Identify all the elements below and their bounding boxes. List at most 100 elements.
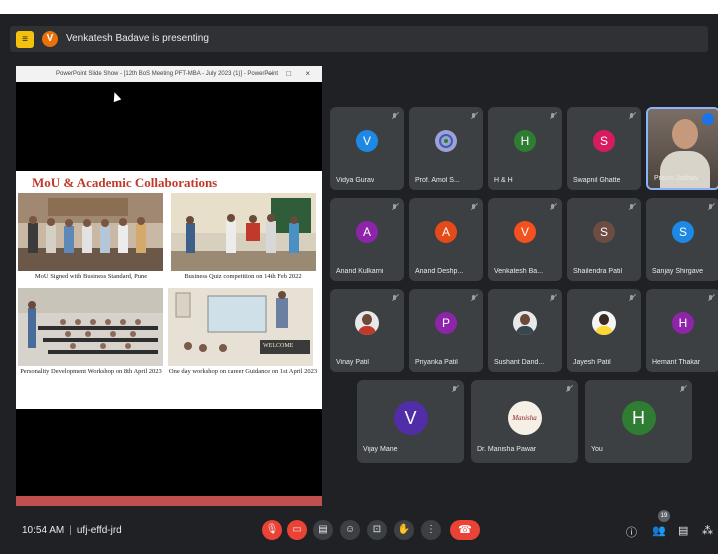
clock-time: 10:54 AM bbox=[22, 525, 65, 536]
participant-tile[interactable]: V Vijay Mane bbox=[357, 380, 464, 463]
participant-tile[interactable]: A Anand Deshp... bbox=[409, 198, 483, 281]
emoji-icon: ☺ bbox=[344, 524, 356, 535]
present-button[interactable]: ⊡ bbox=[367, 520, 387, 540]
people-icon[interactable]: 👥 bbox=[652, 524, 666, 537]
participant-name: Hemant Thakar bbox=[652, 359, 701, 366]
avatar: V bbox=[356, 130, 378, 152]
participant-name: Vijay Mane bbox=[363, 446, 398, 453]
participant-name: Sushant Dand... bbox=[494, 359, 545, 366]
mic-off-icon bbox=[629, 204, 635, 212]
participant-name: Anand Kulkarni bbox=[336, 268, 384, 275]
mic-off-icon bbox=[392, 113, 398, 121]
avatar: P bbox=[435, 312, 457, 334]
mic-off-icon bbox=[550, 295, 556, 303]
mic-icon: 🎙 bbox=[265, 524, 279, 535]
avatar-pattern bbox=[435, 130, 457, 152]
mic-off-icon bbox=[471, 204, 477, 212]
mic-off-icon bbox=[550, 113, 556, 121]
meet-logo[interactable]: ≡ bbox=[16, 31, 34, 48]
avatar: H bbox=[672, 312, 694, 334]
presenting-text: Venkatesh Badave is presenting bbox=[66, 33, 209, 44]
raise-hand-button[interactable]: ✋ bbox=[394, 520, 414, 540]
activities-icon[interactable]: ⁂ bbox=[702, 524, 713, 537]
caption-career: One day workshop on career Guidance on 1… bbox=[168, 368, 318, 375]
avatar: H bbox=[621, 401, 656, 435]
mic-off-icon bbox=[708, 204, 714, 212]
participant-tile[interactable]: Jayesh Patil bbox=[567, 289, 641, 372]
more-options-button[interactable]: ⋮ bbox=[421, 520, 441, 540]
participant-tile[interactable]: Manisha Dr. Manisha Pawar bbox=[471, 380, 578, 463]
participant-tile[interactable]: V Vidya Gurav bbox=[330, 107, 404, 190]
avatar: H bbox=[514, 130, 536, 152]
slide-photo-quiz bbox=[171, 193, 316, 271]
camera-toggle-button[interactable]: ▭ bbox=[287, 520, 307, 540]
participant-name: Dr. Manisha Pawar bbox=[477, 446, 537, 453]
participant-tile-self[interactable]: H You bbox=[585, 380, 692, 463]
participant-name: Prof. Amol S... bbox=[415, 177, 460, 184]
mic-toggle-button[interactable]: 🎙 bbox=[262, 520, 282, 540]
mic-off-icon bbox=[392, 204, 398, 212]
participant-name: Priyanka Patil bbox=[415, 359, 458, 366]
phone-hangup-icon: ☎ bbox=[458, 524, 472, 536]
captions-icon: ▤ bbox=[318, 524, 328, 535]
mic-off-icon bbox=[452, 386, 458, 394]
participant-tile[interactable]: A Anand Kulkarni bbox=[330, 198, 404, 281]
video-face bbox=[672, 119, 698, 149]
hand-icon: ✋ bbox=[397, 524, 411, 535]
caption-quiz: Business Quiz competition on 14th Feb 20… bbox=[184, 273, 302, 280]
participant-tile[interactable]: H H & H bbox=[488, 107, 562, 190]
participant-name: H & H bbox=[494, 177, 513, 184]
mic-off-icon bbox=[471, 113, 477, 121]
captions-button[interactable]: ▤ bbox=[313, 520, 333, 540]
participant-name: Vinay Patil bbox=[336, 359, 369, 366]
participant-name: Sanjay Shirgave bbox=[652, 268, 703, 275]
meet-window: ≡ V Venkatesh Badave is presenting Power… bbox=[0, 0, 718, 554]
presentation-slide: MoU & Academic Collaborations MoU Signed… bbox=[16, 171, 322, 409]
chat-icon[interactable]: ▤ bbox=[678, 524, 688, 537]
welcome-sign: WELCOME bbox=[263, 343, 294, 349]
participant-tile[interactable]: H Hemant Thakar bbox=[646, 289, 718, 372]
slide-photo-workshop bbox=[18, 288, 163, 366]
info-icon[interactable]: ⓘ bbox=[626, 524, 637, 540]
mic-off-icon bbox=[566, 386, 572, 394]
mic-off-icon bbox=[392, 295, 398, 303]
participant-tile[interactable]: Vinay Patil bbox=[330, 289, 404, 372]
caption-workshop: Personality Development Workshop on 8th … bbox=[20, 368, 162, 375]
emoji-button[interactable]: ☺ bbox=[340, 520, 360, 540]
camera-icon: ▭ bbox=[292, 524, 302, 535]
mic-off-icon bbox=[629, 113, 635, 121]
separator: | bbox=[69, 525, 72, 536]
avatar: S bbox=[593, 130, 615, 152]
participant-tile[interactable]: Prof. Amol S... bbox=[409, 107, 483, 190]
shared-screen[interactable]: PowerPoint Slide Show - [12th BoS Meetin… bbox=[16, 66, 322, 506]
participant-name: Swapnil Ghatte bbox=[573, 177, 621, 184]
participant-tile[interactable]: S Shailendra Patil bbox=[567, 198, 641, 281]
ppt-window-controls[interactable]: – □ × bbox=[268, 66, 316, 82]
avatar-logo: Manisha bbox=[507, 401, 542, 435]
participant-count-badge: 19 bbox=[658, 510, 670, 522]
top-margin bbox=[0, 0, 718, 14]
mic-off-icon bbox=[708, 295, 714, 303]
participant-name: Jayesh Patil bbox=[573, 359, 611, 366]
avatar: V bbox=[514, 221, 536, 243]
participant-tile[interactable]: S Swapnil Ghatte bbox=[567, 107, 641, 190]
mic-off-icon bbox=[550, 204, 556, 212]
more-vert-icon: ⋮ bbox=[426, 524, 436, 535]
end-call-button[interactable]: ☎ bbox=[450, 520, 480, 540]
presenter-avatar: V bbox=[42, 31, 58, 47]
participant-tile[interactable]: V Venkatesh Ba... bbox=[488, 198, 562, 281]
avatar: A bbox=[356, 221, 378, 243]
meeting-code[interactable]: ufj-effd-jrd bbox=[77, 525, 122, 536]
participant-name: Pravin Jadhav bbox=[654, 175, 699, 182]
meeting-info: 10:54 AM | ufj-effd-jrd bbox=[22, 525, 122, 536]
participant-tile-video[interactable]: Pravin Jadhav bbox=[646, 107, 718, 190]
participant-tile[interactable]: S Sanjay Shirgave bbox=[646, 198, 718, 281]
participant-tile[interactable]: P Priyanka Patil bbox=[409, 289, 483, 372]
participant-name: You bbox=[591, 446, 603, 453]
participant-name: Shailendra Patil bbox=[573, 268, 623, 275]
ppt-status-bar bbox=[16, 496, 322, 506]
participant-name: Anand Deshp... bbox=[415, 268, 464, 275]
avatar-photo bbox=[513, 311, 537, 335]
avatar: S bbox=[672, 221, 694, 243]
participant-tile[interactable]: Sushant Dand... bbox=[488, 289, 562, 372]
